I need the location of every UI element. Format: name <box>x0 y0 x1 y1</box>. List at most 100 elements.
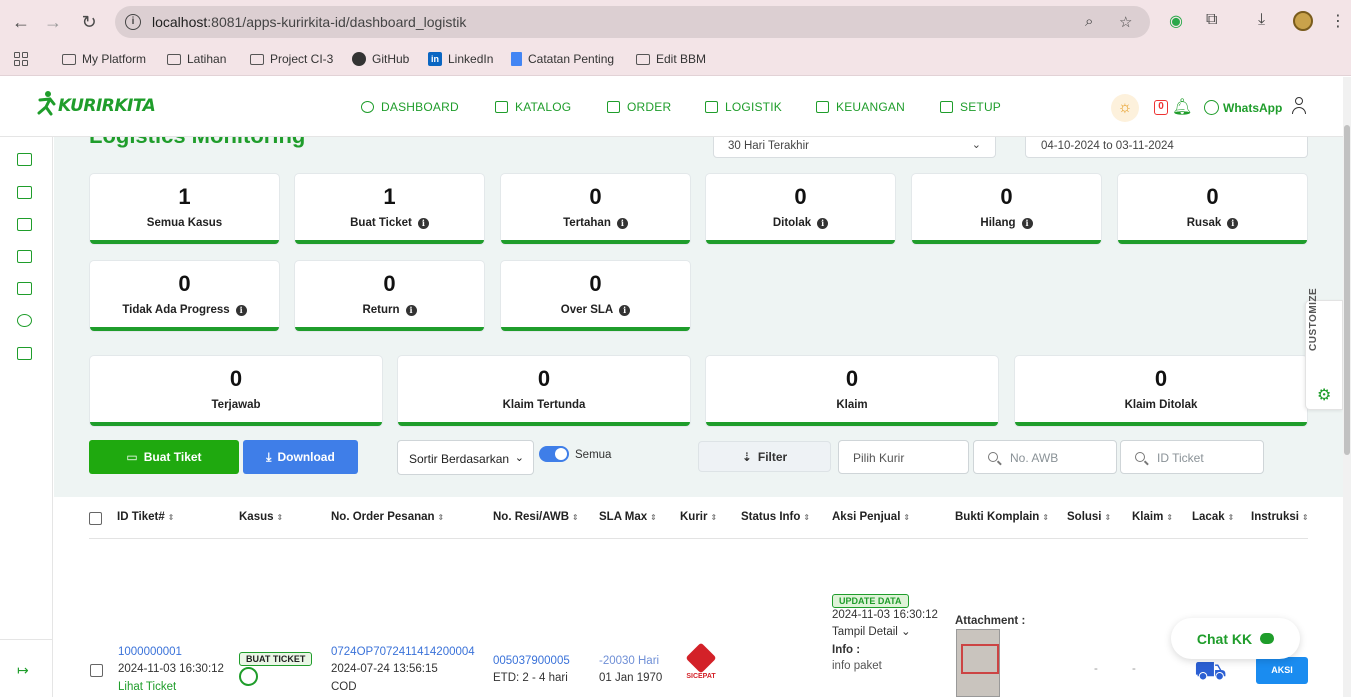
card-klaim-ditolak[interactable]: 0 Klaim Ditolak <box>1015 356 1307 426</box>
card-klaim-tertunda[interactable]: 0 Klaim Tertunda <box>398 356 690 426</box>
bookmark-edit-bbm[interactable]: Edit BBM <box>636 52 706 66</box>
col-bukti[interactable]: Bukti Komplain ⇕ <box>955 511 1049 523</box>
semua-toggle[interactable] <box>539 446 569 462</box>
card-ditolak[interactable]: 0 Ditolak i <box>706 174 895 244</box>
nav-logistik[interactable]: LOGISTIK <box>705 100 782 114</box>
sidebar-cart-icon[interactable] <box>17 186 32 199</box>
info-icon[interactable]: i <box>619 304 631 316</box>
buat-tiket-button[interactable]: ▭ Buat Tiket <box>89 440 239 474</box>
row-checkbox[interactable] <box>90 664 103 677</box>
url-text[interactable]: localhost:8081/apps-kurirkita-id/dashboa… <box>152 14 466 30</box>
forward-icon[interactable]: → <box>42 11 64 33</box>
reload-icon[interactable]: ↻ <box>78 11 100 33</box>
kurirkita-logo[interactable]: KURIRKITA <box>36 91 156 119</box>
ticket-search-input[interactable]: ID Ticket <box>1120 440 1264 474</box>
download-button[interactable]: ⤓ Download <box>243 440 358 474</box>
page-scrollbar[interactable] <box>1343 77 1351 697</box>
col-sla[interactable]: SLA Max ⇕ <box>599 511 657 523</box>
bookmark-linkedin[interactable]: in LinkedIn <box>428 52 493 66</box>
bookmark-catatan-penting[interactable]: Catatan Penting <box>511 52 614 66</box>
resi-link[interactable]: 005037900005 <box>493 653 570 670</box>
user-icon[interactable] <box>1291 97 1307 115</box>
whatsapp-link[interactable]: WhatsApp <box>1204 100 1282 115</box>
col-klaim[interactable]: Klaim ⇕ <box>1132 511 1173 523</box>
zoom-icon[interactable]: ⌕ <box>1085 13 1093 30</box>
site-info-icon[interactable]: i <box>125 14 141 30</box>
sidebar-gear-icon[interactable] <box>17 314 32 327</box>
sidebar-box-icon[interactable] <box>17 347 32 360</box>
info-icon[interactable]: i <box>817 217 829 229</box>
select-all-checkbox[interactable] <box>89 512 102 525</box>
col-kasus[interactable]: Kasus ⇕ <box>239 511 283 523</box>
col-instruksi[interactable]: Instruksi ⇕ <box>1251 511 1309 523</box>
info-icon[interactable]: i <box>417 217 429 229</box>
order-link[interactable]: 0724OP7072411414200004 <box>331 644 475 661</box>
card-semua-kasus[interactable]: 1 Semua Kasus <box>90 174 279 244</box>
nav-keuangan[interactable]: KEUANGAN <box>816 100 905 114</box>
tampil-detail-toggle[interactable]: Tampil Detail ⌄ <box>832 624 911 641</box>
date-range-input[interactable]: 04-10-2024 to 03-11-2024 <box>1025 137 1308 158</box>
col-kurir[interactable]: Kurir ⇕ <box>680 511 717 523</box>
bookmark-project-ci3[interactable]: Project CI-3 <box>250 52 333 66</box>
card-label: Ditolak <box>772 217 812 229</box>
info-icon[interactable]: i <box>405 304 417 316</box>
card-klaim[interactable]: 0 Klaim <box>706 356 998 426</box>
range-select[interactable]: 30 Hari Terakhir ⌄ <box>713 137 996 158</box>
info-icon[interactable]: i <box>616 217 628 229</box>
card-tidak-ada-progress[interactable]: 0 Tidak Ada Progress i <box>90 261 279 331</box>
lihat-ticket-link[interactable]: Lihat Ticket <box>118 679 176 696</box>
extensions-puzzle-icon[interactable]: ⧉ <box>1206 11 1217 29</box>
whatsapp-icon[interactable] <box>239 667 258 686</box>
browser-menu-icon[interactable]: ⋮ <box>1330 11 1346 31</box>
nav-order[interactable]: ORDER <box>607 100 671 114</box>
sidebar-archive-icon[interactable] <box>17 282 32 295</box>
bookmark-latihan[interactable]: Latihan <box>167 52 226 66</box>
card-terjawab[interactable]: 0 Terjawab <box>90 356 382 426</box>
bookmark-github[interactable]: GitHub <box>352 52 409 66</box>
sidebar-card-icon[interactable] <box>17 250 32 263</box>
chat-kk-button[interactable]: Chat KK <box>1171 618 1300 659</box>
card-return[interactable]: 0 Return i <box>295 261 484 331</box>
bell-icon[interactable]: 🔔︎ <box>1172 97 1192 117</box>
theme-sun-icon[interactable]: ☼ <box>1111 94 1139 122</box>
logout-icon[interactable]: ↦ <box>17 662 29 679</box>
download-icon[interactable]: ⤓ <box>1258 11 1265 29</box>
col-solusi[interactable]: Solusi ⇕ <box>1067 511 1111 523</box>
info-icon[interactable]: i <box>235 304 247 316</box>
bookmark-my-platform[interactable]: My Platform <box>62 52 146 66</box>
aksi-button[interactable]: AKSI <box>1256 657 1308 684</box>
filter-button[interactable]: ⇣ Filter <box>698 441 831 472</box>
card-hilang[interactable]: 0 Hilang i <box>912 174 1101 244</box>
col-id-tiket[interactable]: ID Tiket# ⇕ <box>117 511 174 523</box>
col-aksi-penjual[interactable]: Aksi Penjual ⇕ <box>832 511 910 523</box>
attachment-thumbnail[interactable] <box>956 629 1000 697</box>
col-status[interactable]: Status Info ⇕ <box>741 511 810 523</box>
card-rusak[interactable]: 0 Rusak i <box>1118 174 1307 244</box>
info-icon[interactable]: i <box>1021 217 1033 229</box>
ticket-id-link[interactable]: 1000000001 <box>118 644 182 661</box>
bookmark-star-icon[interactable]: ☆ <box>1119 13 1132 31</box>
kurir-select[interactable]: Pilih Kurir <box>838 440 969 474</box>
sidebar-truck-icon[interactable] <box>17 218 32 231</box>
nav-dashboard[interactable]: DASHBOARD <box>361 100 459 114</box>
col-order[interactable]: No. Order Pesanan ⇕ <box>331 511 444 523</box>
chevron-down-icon: ⌄ <box>971 139 981 151</box>
customize-panel-tab[interactable]: CUSTOMIZE ⚙ <box>1305 288 1343 410</box>
address-bar[interactable]: i localhost:8081/apps-kurirkita-id/dashb… <box>115 6 1150 38</box>
awb-search-input[interactable]: No. AWB <box>973 440 1117 474</box>
nav-katalog[interactable]: KATALOG <box>495 100 571 114</box>
track-truck-icon[interactable]: ⛟ <box>1194 655 1227 690</box>
info-icon[interactable]: i <box>1227 217 1239 229</box>
extension-eye-icon[interactable]: ◉ <box>1169 11 1183 31</box>
sort-select[interactable]: Sortir Berdasarkan ⌄ <box>397 440 534 475</box>
card-tertahan[interactable]: 0 Tertahan i <box>501 174 690 244</box>
col-lacak[interactable]: Lacak ⇕ <box>1192 511 1234 523</box>
col-resi[interactable]: No. Resi/AWB ⇕ <box>493 511 579 523</box>
card-over-sla[interactable]: 0 Over SLA i <box>501 261 690 331</box>
profile-avatar[interactable] <box>1293 11 1313 31</box>
sidebar-grid-icon[interactable] <box>17 153 32 166</box>
card-buat-ticket[interactable]: 1 Buat Ticket i <box>295 174 484 244</box>
back-icon[interactable]: ← <box>10 11 32 33</box>
apps-grid-icon[interactable] <box>14 52 28 66</box>
nav-setup[interactable]: SETUP <box>940 100 1001 114</box>
